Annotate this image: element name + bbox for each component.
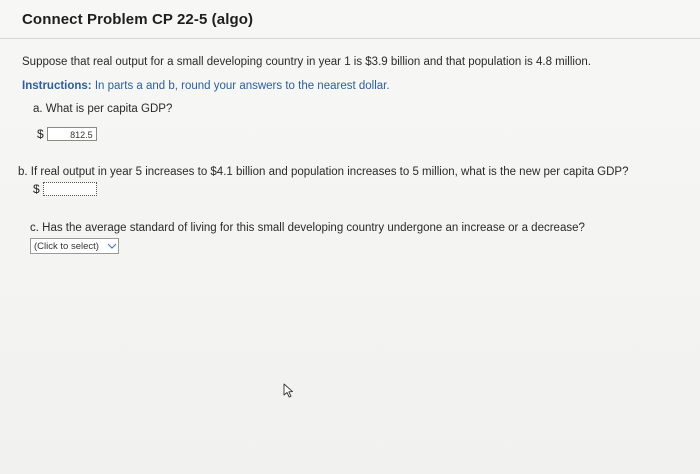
answer-input-a[interactable]: 812.5	[46, 127, 97, 141]
problem-title: Connect Problem CP 22-5 (algo)	[22, 11, 254, 28]
standard-of-living-select[interactable]: (Click to select)	[30, 238, 119, 254]
answer-row-a: $ 812.5	[37, 127, 97, 141]
mouse-pointer-icon	[283, 383, 295, 404]
currency-symbol-b: $	[33, 182, 40, 196]
question-b: b. If real output in year 5 increases to…	[18, 166, 629, 178]
select-value: (Click to select)	[34, 240, 99, 252]
question-c: c. Has the average standard of living fo…	[30, 222, 585, 234]
instructions-label: Instructions:	[22, 80, 92, 92]
instructions-text: In parts a and b, round your answers to …	[91, 80, 390, 92]
chevron-down-icon[interactable]	[106, 239, 118, 253]
instructions: Instructions: In parts a and b, round yo…	[22, 80, 390, 92]
title-divider	[0, 38, 700, 39]
question-a: a. What is per capita GDP?	[33, 103, 173, 115]
answer-row-b: $	[33, 182, 97, 196]
answer-input-b[interactable]	[42, 182, 97, 196]
problem-intro: Suppose that real output for a small dev…	[22, 56, 591, 68]
problem-page: Connect Problem CP 22-5 (algo) Suppose t…	[0, 0, 700, 474]
currency-symbol-a: $	[37, 127, 44, 141]
